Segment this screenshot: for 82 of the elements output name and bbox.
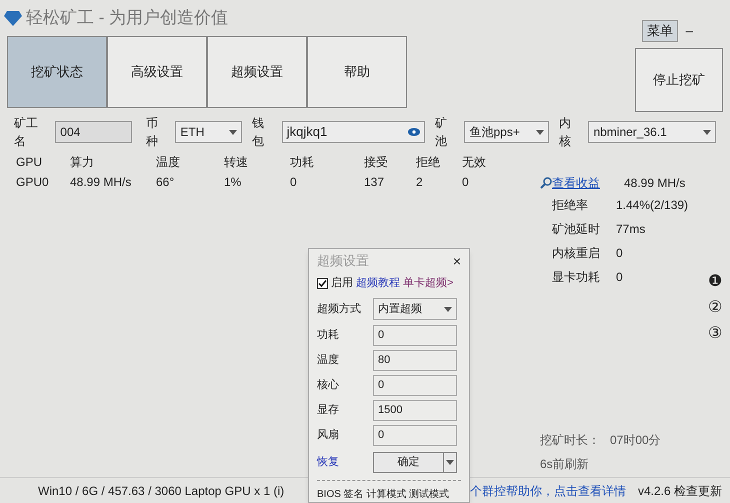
field-label: 矿工名 (14, 115, 39, 150)
column-header: 无效 (462, 154, 487, 171)
field-label: 核心 (317, 378, 340, 394)
stat-label: 内核重启 (552, 245, 601, 262)
view-earnings-link[interactable]: 查看收益 (552, 174, 616, 192)
enable-checkbox[interactable] (317, 278, 328, 288)
table-cell-text: GPU0 (16, 174, 50, 191)
input-field[interactable]: 0 (373, 325, 457, 346)
field-label: 显存 (317, 403, 340, 418)
version-info[interactable]: v4.2.6 检查更新 (638, 482, 722, 500)
dialog-footer: BIOS 签名 计算模式 测试模式 (317, 487, 461, 502)
tab[interactable]: 帮助 (307, 36, 407, 108)
pool-dropdown[interactable]: 鱼池pps+ (464, 121, 549, 143)
column-header: 功耗 (290, 154, 315, 171)
numbered-button[interactable]: ❶ (708, 273, 722, 291)
hashrate-value: 48.99 MH/s (624, 175, 686, 192)
column-header: GPU (16, 154, 44, 171)
stat-label: 拒绝率 (552, 197, 589, 214)
field-label: 风扇 (317, 428, 340, 444)
refresh-time: 6s前刷新 (540, 456, 590, 473)
input-field[interactable]: 80 (373, 350, 457, 371)
caret-icon (229, 130, 238, 134)
table-cell-text: 0 (290, 174, 298, 191)
mode-dropdown[interactable]: 内置超频 (373, 298, 457, 320)
table-cell-text: 137 (364, 174, 386, 191)
table-cell-text: 0 (462, 174, 470, 191)
field-label: 币种 (146, 115, 159, 150)
tab[interactable]: 超频设置 (207, 36, 307, 108)
field-label: 超频方式 (317, 302, 362, 317)
caret-icon (536, 130, 544, 134)
eye-icon[interactable] (408, 128, 420, 136)
numbered-button[interactable]: ② (708, 299, 722, 317)
diamond-logo-icon (4, 10, 22, 26)
table-cell-text: 2 (416, 174, 424, 191)
kernel-dropdown[interactable]: nbminer_36.1 (588, 121, 716, 143)
column-header: 接受 (364, 154, 389, 171)
input-field[interactable]: 0 (373, 375, 457, 396)
caret-icon (446, 460, 454, 464)
stat-value: 77ms (616, 221, 646, 238)
stat-label: 矿池延时 (552, 221, 601, 238)
field-label: 内核 (558, 115, 572, 150)
confirm-button[interactable]: 确定 (373, 452, 457, 472)
close-button[interactable]: × (452, 250, 461, 272)
tab[interactable]: 挖矿状态 (7, 36, 107, 108)
column-header: 拒绝 (416, 154, 441, 171)
input-field[interactable]: 0 (373, 425, 457, 446)
window-title: 轻松矿工 - 为用户创造价值 (26, 7, 228, 30)
stat-value: 0 (616, 245, 623, 262)
stat-value: 1.44%(2/139) (616, 197, 688, 214)
worker-name-field[interactable]: 004 (55, 121, 132, 143)
column-header: 算力 (70, 154, 95, 171)
table-cell-text: 66° (156, 174, 176, 191)
input-field[interactable]: 1500 (373, 400, 457, 421)
field-label: 温度 (317, 352, 340, 368)
mining-time-label: 挖矿时长： (540, 432, 600, 449)
numbered-button[interactable]: ③ (708, 325, 722, 343)
wallet-field[interactable]: jkqjkq1 (282, 121, 425, 143)
caret-icon (703, 130, 712, 134)
table-cell-text: 48.99 MH/s (70, 174, 132, 191)
magnifier-icon (540, 177, 552, 189)
stat-value: 0 (616, 269, 623, 286)
tab[interactable]: 高级设置 (107, 36, 207, 108)
stat-label: 显卡功耗 (552, 269, 601, 286)
table-cell-text: 1% (224, 174, 242, 191)
menu-button[interactable]: 菜单 (642, 20, 678, 42)
checkbox-label: 启用 (331, 276, 353, 291)
mining-time-value: 07时00分 (610, 432, 661, 449)
restore-link[interactable]: 恢复 (317, 454, 373, 470)
single-card-link[interactable]: 单卡超频> (403, 274, 454, 292)
dialog-title: 超频设置 (317, 252, 369, 270)
system-info: Win10 / 6G / 457.63 / 3060 Laptop GPU x 1 (i) (38, 482, 284, 500)
caret-icon (444, 306, 452, 312)
field-label: 功耗 (317, 328, 340, 344)
minimize-button[interactable]: – (686, 21, 693, 40)
field-label: 钱包 (252, 115, 266, 150)
column-header: 温度 (156, 154, 181, 171)
tutorial-link[interactable]: 超频教程 (356, 274, 400, 292)
coin-dropdown[interactable]: ETH (175, 121, 242, 143)
column-header: 转速 (224, 154, 249, 171)
field-label: 矿池 (434, 115, 448, 150)
notice-link[interactable]: 个群控帮助你，点击查看详情 (470, 482, 626, 500)
stop-mining-button[interactable]: 停止挖矿 (635, 48, 723, 112)
